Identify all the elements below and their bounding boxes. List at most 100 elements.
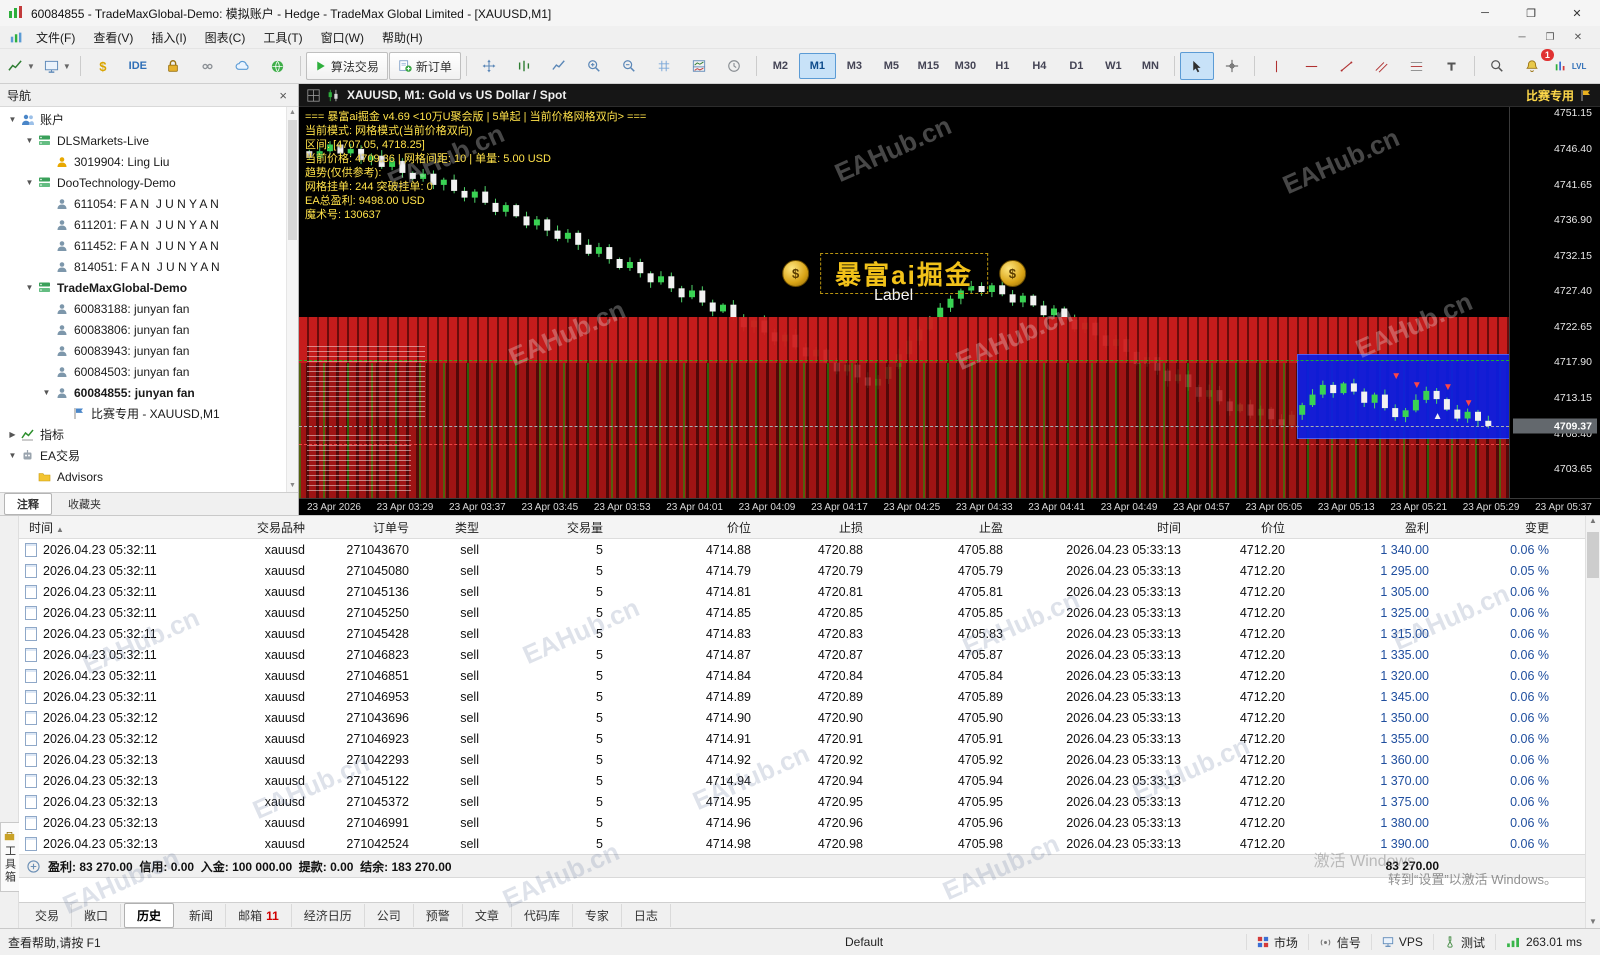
community-button[interactable] [191,52,225,80]
child-minimize-button[interactable]: ─ [1508,32,1536,43]
ide-button[interactable]: IDE [121,52,155,80]
column-header-3[interactable]: 类型 [417,519,487,536]
column-header-9[interactable]: 价位 [1189,519,1293,536]
menu-item-3[interactable]: 图表(C) [196,27,255,48]
history-row[interactable]: 2026.04.23 05:32:11 xauusd 271045136 sell 5 4… [19,581,1585,602]
toolbox-tab-邮箱[interactable]: 邮箱 11 [226,904,292,927]
history-row[interactable]: 2026.04.23 05:32:13 xauusd 271045122 sell 5 4… [19,770,1585,791]
nav-item-15[interactable]: ▶ 指标 [0,424,298,445]
status-市场[interactable]: 市场 [1245,934,1308,950]
history-row[interactable]: 2026.04.23 05:32:11 xauusd 271046823 sell 5 4… [19,644,1585,665]
scrollbar-thumb[interactable] [288,120,297,240]
menu-item-1[interactable]: 查看(V) [84,27,142,48]
menu-item-6[interactable]: 帮助(H) [373,27,432,48]
nav-item-9[interactable]: 60083188: junyan fan [0,298,298,319]
nav-item-12[interactable]: 60084503: junyan fan [0,361,298,382]
horizontal-line-button[interactable] [1295,52,1329,80]
status-VPS[interactable]: VPS [1370,934,1433,950]
minimize-button[interactable]: ─ [1462,0,1508,26]
vertical-line-button[interactable] [1260,52,1294,80]
history-row[interactable]: 2026.04.23 05:32:13 xauusd 271042524 sell 5 4… [19,833,1585,854]
timeframe-m3-button[interactable]: M3 [836,53,873,79]
timeframe-m5-button[interactable]: M5 [873,53,910,79]
history-row[interactable]: 2026.04.23 05:32:11 xauusd 271045250 sell 5 4… [19,602,1585,623]
timeframe-d1-button[interactable]: D1 [1058,53,1095,79]
nav-item-6[interactable]: 611452: F A N J U N Y A N [0,235,298,256]
child-close-button[interactable]: ✕ [1564,32,1592,43]
timeframe-h1-button[interactable]: H1 [984,53,1021,79]
line-chart-button[interactable] [542,52,576,80]
channel-button[interactable] [1365,52,1399,80]
nav-item-5[interactable]: 611201: F A N J U N Y A N [0,214,298,235]
nav-item-18[interactable]: ExpertMACD [0,487,298,493]
market-watch-button[interactable]: $ [86,52,120,80]
indicator-window-button[interactable] [682,52,716,80]
timeframe-m2-button[interactable]: M2 [762,53,799,79]
scroll-down-icon[interactable]: ▼ [287,480,298,491]
nav-item-13[interactable]: ▼ 60084855: junyan fan [0,382,298,403]
bar-chart-button[interactable] [507,52,541,80]
cloud-sync-button[interactable] [226,52,260,80]
timeframe-mn-button[interactable]: MN [1132,53,1169,79]
menu-item-5[interactable]: 窗口(W) [312,27,373,48]
nav-item-17[interactable]: Advisors [0,466,298,487]
history-row[interactable]: 2026.04.23 05:32:13 xauusd 271046991 sell 5 4… [19,812,1585,833]
restore-button[interactable]: ❐ [1508,0,1554,26]
history-row[interactable]: 2026.04.23 05:32:11 xauusd 271045428 sell 5 4… [19,623,1585,644]
close-button[interactable]: ✕ [1554,0,1600,26]
toolbox-vertical-tab[interactable]: 工具箱 [0,822,19,892]
menu-item-0[interactable]: 文件(F) [27,27,84,48]
history-table-header[interactable]: 时间 ▲ 交易品种 订单号 类型 交易量 价位 止损 止盈 时间 价位 盈利 变更 [19,516,1585,539]
navigator-close-icon[interactable]: × [275,88,291,103]
history-row[interactable]: 2026.04.23 05:32:11 xauusd 271045080 sell 5 4… [19,560,1585,581]
cursor-button[interactable] [1179,52,1214,80]
history-row[interactable]: 2026.04.23 05:32:11 xauusd 271043670 sell 5 4… [19,539,1585,560]
history-row[interactable]: 2026.04.23 05:32:13 xauusd 271042293 sell 5 4… [19,749,1585,770]
scroll-up-icon[interactable]: ▲ [287,107,298,118]
chart-object-label[interactable]: Label [874,287,913,305]
toolbox-tab-预警[interactable]: 预警 [414,904,463,927]
alerts-button[interactable]: 1 [1515,49,1554,80]
scroll-up-icon[interactable]: ▲ [1586,516,1600,525]
column-header-10[interactable]: 盈利 [1293,519,1437,536]
toolbox-tab-经济日历[interactable]: 经济日历 [292,904,365,927]
timeframe-m15-button[interactable]: M15 [910,53,947,79]
timeframe-h4-button[interactable]: H4 [1021,53,1058,79]
toolbox-tab-专家[interactable]: 专家 [573,904,622,927]
zoom-out-button[interactable] [612,52,646,80]
timeframe-w1-button[interactable]: W1 [1095,53,1132,79]
levels-button[interactable]: LVL [1550,52,1591,80]
fibonacci-button[interactable] [1400,52,1434,80]
nav-item-7[interactable]: 814051: F A N J U N Y A N [0,256,298,277]
nav-item-14[interactable]: 比赛专用 - XAUUSD,M1 [0,403,298,424]
column-header-7[interactable]: 止盈 [871,519,1011,536]
nav-item-1[interactable]: ▼ DLSMarkets-Live [0,130,298,151]
lock-icon-button[interactable] [156,52,190,80]
grid-toggle-button[interactable] [647,52,681,80]
column-header-4[interactable]: 交易量 [487,519,611,536]
toolbox-tab-公司[interactable]: 公司 [365,904,414,927]
history-row[interactable]: 2026.04.23 05:32:12 xauusd 271046923 sell 5 4… [19,728,1585,749]
expand-summary-icon[interactable] [27,859,40,873]
toolbox-tab-敞口[interactable]: 敞口 [72,904,122,927]
menu-item-4[interactable]: 工具(T) [254,27,311,48]
toolbox-tab-新闻[interactable]: 新闻 [177,904,227,927]
nav-item-3[interactable]: ▼ DooTechnology-Demo [0,172,298,193]
nav-item-16[interactable]: ▼ EA交易 [0,445,298,466]
chart-profile-button[interactable]: ▼ [40,52,75,80]
crosshair-button[interactable] [1215,52,1249,80]
history-row[interactable]: 2026.04.23 05:32:12 xauusd 271043696 sell 5 4… [19,707,1585,728]
column-header-11[interactable]: 变更 [1437,519,1557,536]
chart-type-button[interactable]: ▼ [4,52,39,80]
history-row[interactable]: 2026.04.23 05:32:11 xauusd 271046851 sell 5 4… [19,665,1585,686]
toolbox-tab-交易[interactable]: 交易 [23,904,73,927]
navigator-tab-1[interactable]: 收藏夹 [55,493,114,515]
scrollbar-thumb[interactable] [1587,532,1599,578]
column-header-1[interactable]: 交易品种 [225,519,313,536]
column-header-2[interactable]: 订单号 [313,519,417,536]
time-axis[interactable]: 23 Apr 2026 23 Apr 03:29 23 Apr 03:37 23 Ap… [299,498,1600,515]
nav-item-8[interactable]: ▼ TradeMaxGlobal-Demo [0,277,298,298]
toolbox-tab-历史[interactable]: 历史 [124,903,175,928]
column-header-6[interactable]: 止损 [759,519,871,536]
connection-status[interactable]: 263.01 ms [1494,934,1592,950]
